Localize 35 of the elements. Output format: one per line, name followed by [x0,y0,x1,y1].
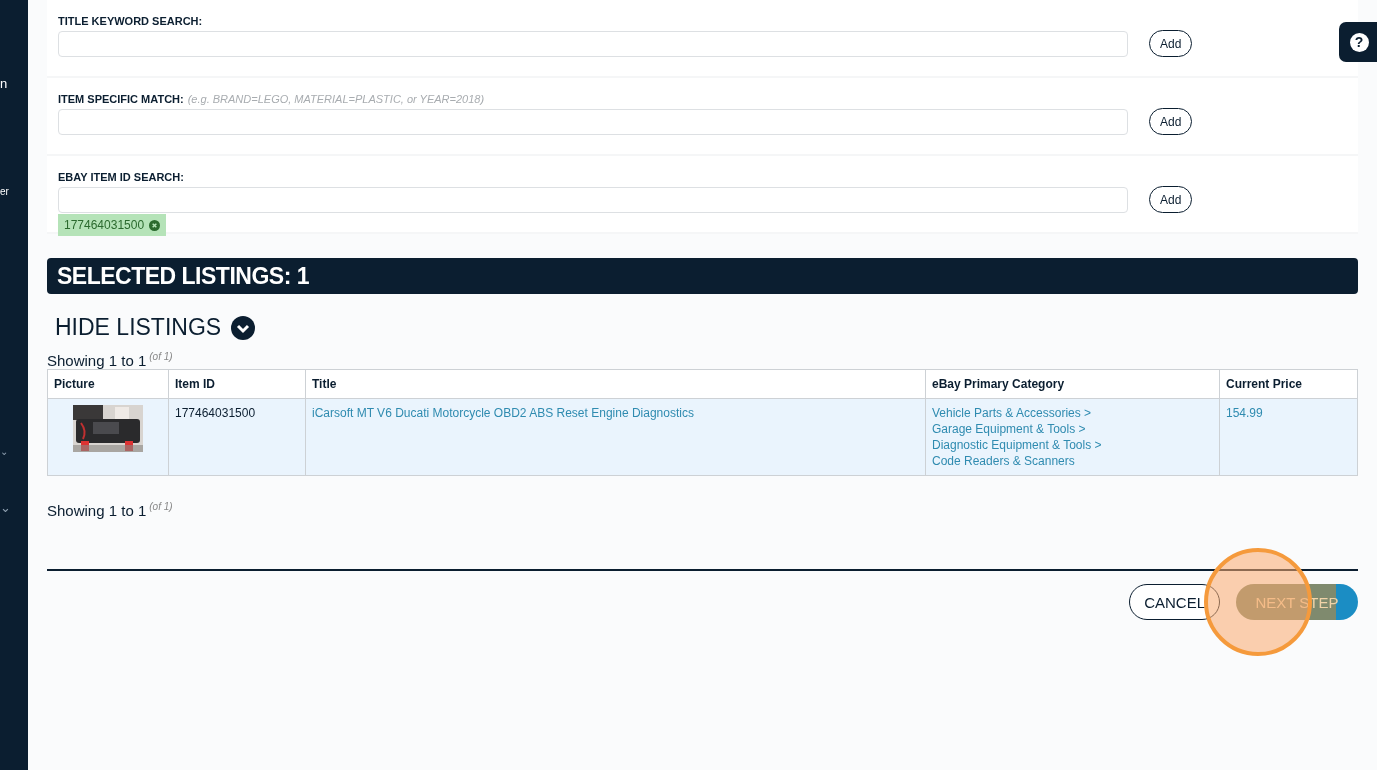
remove-icon[interactable] [149,219,161,231]
input-field[interactable] [58,108,1128,135]
pagination-total: (of 1) [149,351,173,362]
pagination-total: (of 1) [149,501,173,512]
column-header: eBay Primary Category [925,369,1220,399]
chevron-icon[interactable]: ⌄ [0,444,8,460]
tag-text: 177464031500 [64,218,145,232]
category-link[interactable]: Diagnostic Equipment & Tools > [932,437,1213,453]
sidebar-item[interactable]: n [0,76,8,92]
sidebar-item[interactable]: er [0,184,9,200]
title-link[interactable]: iCarsoft MT V6 Ducati Motorcycle OBD2 ABS Reset Engine Diagnostics [312,406,694,420]
field-label: TITLE KEYWORD SEARCH: [58,14,203,28]
column-header: Picture [47,369,169,399]
category-link[interactable]: Code Readers & Scanners [932,453,1213,469]
column-header: Title [305,369,926,399]
add-button[interactable]: Add [1149,186,1193,213]
input-field[interactable] [58,186,1128,213]
field-label: ITEM SPECIFIC MATCH: [58,92,184,106]
help-button[interactable]: ? [1339,22,1377,62]
add-button[interactable]: Add [1149,30,1193,57]
field-hint: (e.g. BRAND=LEGO, MATERIAL=PLASTIC, or YEAR=2018) [187,92,485,106]
chevron-icon[interactable]: ⌄ [0,500,11,516]
category-link[interactable]: Garage Equipment & Tools > [932,421,1213,437]
hide-listings-toggle[interactable]: HIDE LISTINGS [55,314,256,341]
input-field[interactable] [58,30,1128,57]
section-header: SELECTED LISTINGS: 1 [47,258,1358,294]
column-header: Item ID [168,369,306,399]
field-label: EBAY ITEM ID SEARCH: [58,170,184,184]
price-text: 154.99 [1226,406,1263,420]
pagination-text: Showing 1 to 1 [47,502,147,519]
category-link[interactable]: Vehicle Parts & Accessories > [932,405,1213,421]
add-button[interactable]: Add [1149,108,1193,135]
pagination-text: Showing 1 to 1 [47,352,147,369]
table-cell: 177464031500 [168,398,306,476]
column-header: Current Price [1219,369,1358,399]
